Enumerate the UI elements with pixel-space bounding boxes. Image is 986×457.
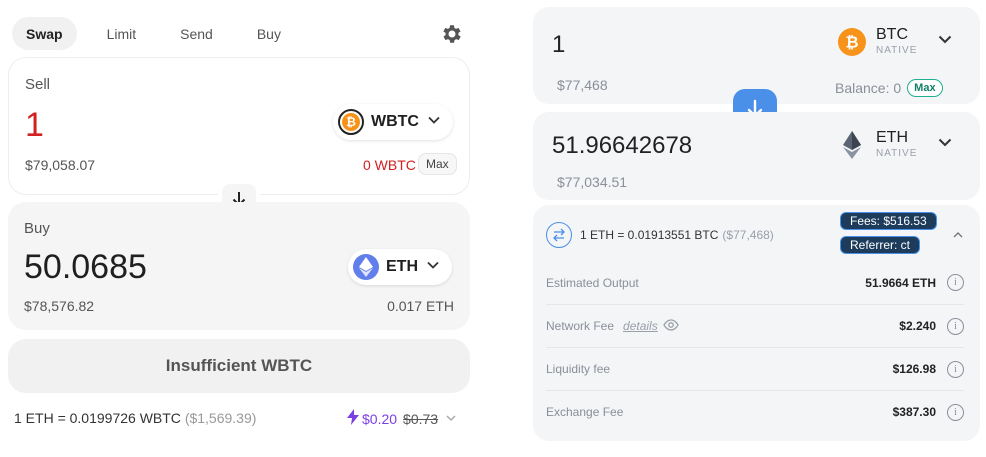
- buy-token-symbol: ETH: [386, 258, 418, 275]
- quote-rate-text: 1 ETH = 0.01913551 BTC: [580, 228, 719, 242]
- quote-rate[interactable]: 1 ETH = 0.01913551 BTC ($77,468): [546, 222, 774, 248]
- detail-value: $2.240: [899, 319, 936, 333]
- chevron-up-icon[interactable]: [952, 228, 964, 246]
- from-balance: Balance: 0 Max: [835, 79, 943, 97]
- chevron-down-icon: [937, 134, 953, 155]
- from-token-selector[interactable]: ₿ BTC NATIVE: [838, 27, 953, 56]
- swap-widget-right: 1 $77,468 ₿ BTC NATIVE Balance: 0 Max 51…: [530, 0, 986, 457]
- balance-text: Balance: 0: [835, 80, 902, 96]
- gas-fee-display[interactable]: $0.20 $0.73: [347, 409, 457, 428]
- detail-label: Estimated Output: [546, 275, 639, 290]
- svg-text:₿: ₿: [845, 33, 858, 51]
- to-token-selector[interactable]: ETH NATIVE: [838, 130, 953, 159]
- buy-fiat-value: $78,576.82: [24, 298, 95, 314]
- from-fiat-value: $77,468: [557, 77, 608, 93]
- chevron-down-icon: [937, 31, 953, 52]
- from-token-chain: NATIVE: [876, 45, 918, 56]
- sell-label: Sell: [25, 76, 51, 93]
- referrer-badge[interactable]: Referrer: ct: [840, 236, 921, 254]
- to-token-symbol: ETH: [876, 129, 908, 146]
- buy-panel: Buy 50.0685 $78,576.82 ETH 0.017 ETH: [8, 202, 470, 330]
- tab-buy[interactable]: Buy: [243, 17, 295, 50]
- tab-bar: Swap Limit Send Buy: [12, 17, 311, 50]
- sell-token-selector[interactable]: ₿ WBTC: [333, 104, 453, 140]
- detail-value: 51.9664 ETH: [865, 275, 936, 290]
- gas-cost: $0.20: [362, 410, 398, 427]
- buy-amount-output[interactable]: 50.0685: [24, 248, 147, 287]
- to-fiat-value: $77,034.51: [557, 174, 628, 190]
- to-panel: 51.96642678 $77,034.51 ETH NATIVE: [533, 112, 980, 200]
- chevron-down-icon: [426, 258, 440, 277]
- gas-original-cost: $0.73: [403, 410, 439, 427]
- info-icon[interactable]: i: [947, 360, 964, 378]
- from-token-symbol: BTC: [876, 26, 908, 43]
- tab-swap[interactable]: Swap: [12, 17, 77, 50]
- rate-text: 1 ETH = 0.0199726 WBTC: [14, 410, 181, 426]
- gear-icon[interactable]: [440, 22, 464, 46]
- swap-widget-left: Swap Limit Send Buy Sell 1 $79,058.07 ₿ …: [0, 0, 480, 457]
- detail-value: $126.98: [892, 362, 936, 376]
- eth-icon: [838, 130, 866, 159]
- fees-badge[interactable]: Fees: $516.53: [840, 212, 937, 230]
- detail-value: $387.30: [892, 405, 936, 419]
- detail-row-liquidity-fee: Liquidity fee $126.98 i: [546, 347, 964, 390]
- buy-balance: 0.017 ETH: [387, 298, 454, 314]
- svg-text:₿: ₿: [346, 115, 356, 129]
- max-button[interactable]: Max: [418, 153, 457, 175]
- detail-row-estimated-output: Estimated Output 51.9664 ETH i: [546, 261, 964, 304]
- max-button[interactable]: Max: [907, 79, 943, 97]
- detail-row-network-fee: Network Fee details $2.240 i: [546, 304, 964, 347]
- sell-panel: Sell 1 $79,058.07 ₿ WBTC 0 WBTC Max: [8, 57, 470, 195]
- detail-label: Network Fee: [546, 319, 615, 333]
- wbtc-icon: ₿: [338, 109, 364, 135]
- sell-fiat-value: $79,058.07: [25, 157, 96, 173]
- tab-send[interactable]: Send: [166, 17, 227, 50]
- sell-balance: 0 WBTC: [363, 157, 416, 173]
- lightning-icon: [347, 409, 359, 428]
- detail-label: Exchange Fee: [546, 405, 624, 419]
- chevron-down-icon: [427, 113, 441, 132]
- insufficient-balance-button[interactable]: Insufficient WBTC: [8, 339, 470, 393]
- info-icon[interactable]: i: [947, 317, 964, 335]
- network-fee-details-link[interactable]: details: [623, 319, 658, 333]
- info-icon[interactable]: i: [947, 403, 964, 421]
- eth-icon: [353, 254, 379, 280]
- tab-limit[interactable]: Limit: [93, 17, 151, 50]
- sell-amount-input[interactable]: 1: [25, 106, 44, 145]
- info-icon[interactable]: i: [947, 274, 964, 291]
- btc-icon: ₿: [838, 27, 866, 56]
- buy-label: Buy: [24, 220, 50, 237]
- rate-fiat: ($1,569.39): [184, 410, 257, 426]
- swap-arrows-icon: [546, 222, 572, 248]
- to-amount-output: 51.96642678: [552, 132, 693, 159]
- exchange-rate[interactable]: 1 ETH = 0.0199726 WBTC ($1,569.39): [14, 410, 256, 426]
- detail-label: Liquidity fee: [546, 362, 611, 376]
- buy-token-selector[interactable]: ETH: [348, 249, 452, 285]
- chevron-down-icon: [445, 411, 457, 427]
- sell-token-symbol: WBTC: [371, 113, 419, 130]
- from-amount-input[interactable]: 1: [552, 31, 565, 59]
- detail-row-exchange-fee: Exchange Fee $387.30 i: [546, 390, 964, 433]
- to-token-chain: NATIVE: [876, 148, 918, 159]
- eye-icon[interactable]: [662, 318, 679, 334]
- quote-rate-fiat: ($77,468): [722, 228, 774, 242]
